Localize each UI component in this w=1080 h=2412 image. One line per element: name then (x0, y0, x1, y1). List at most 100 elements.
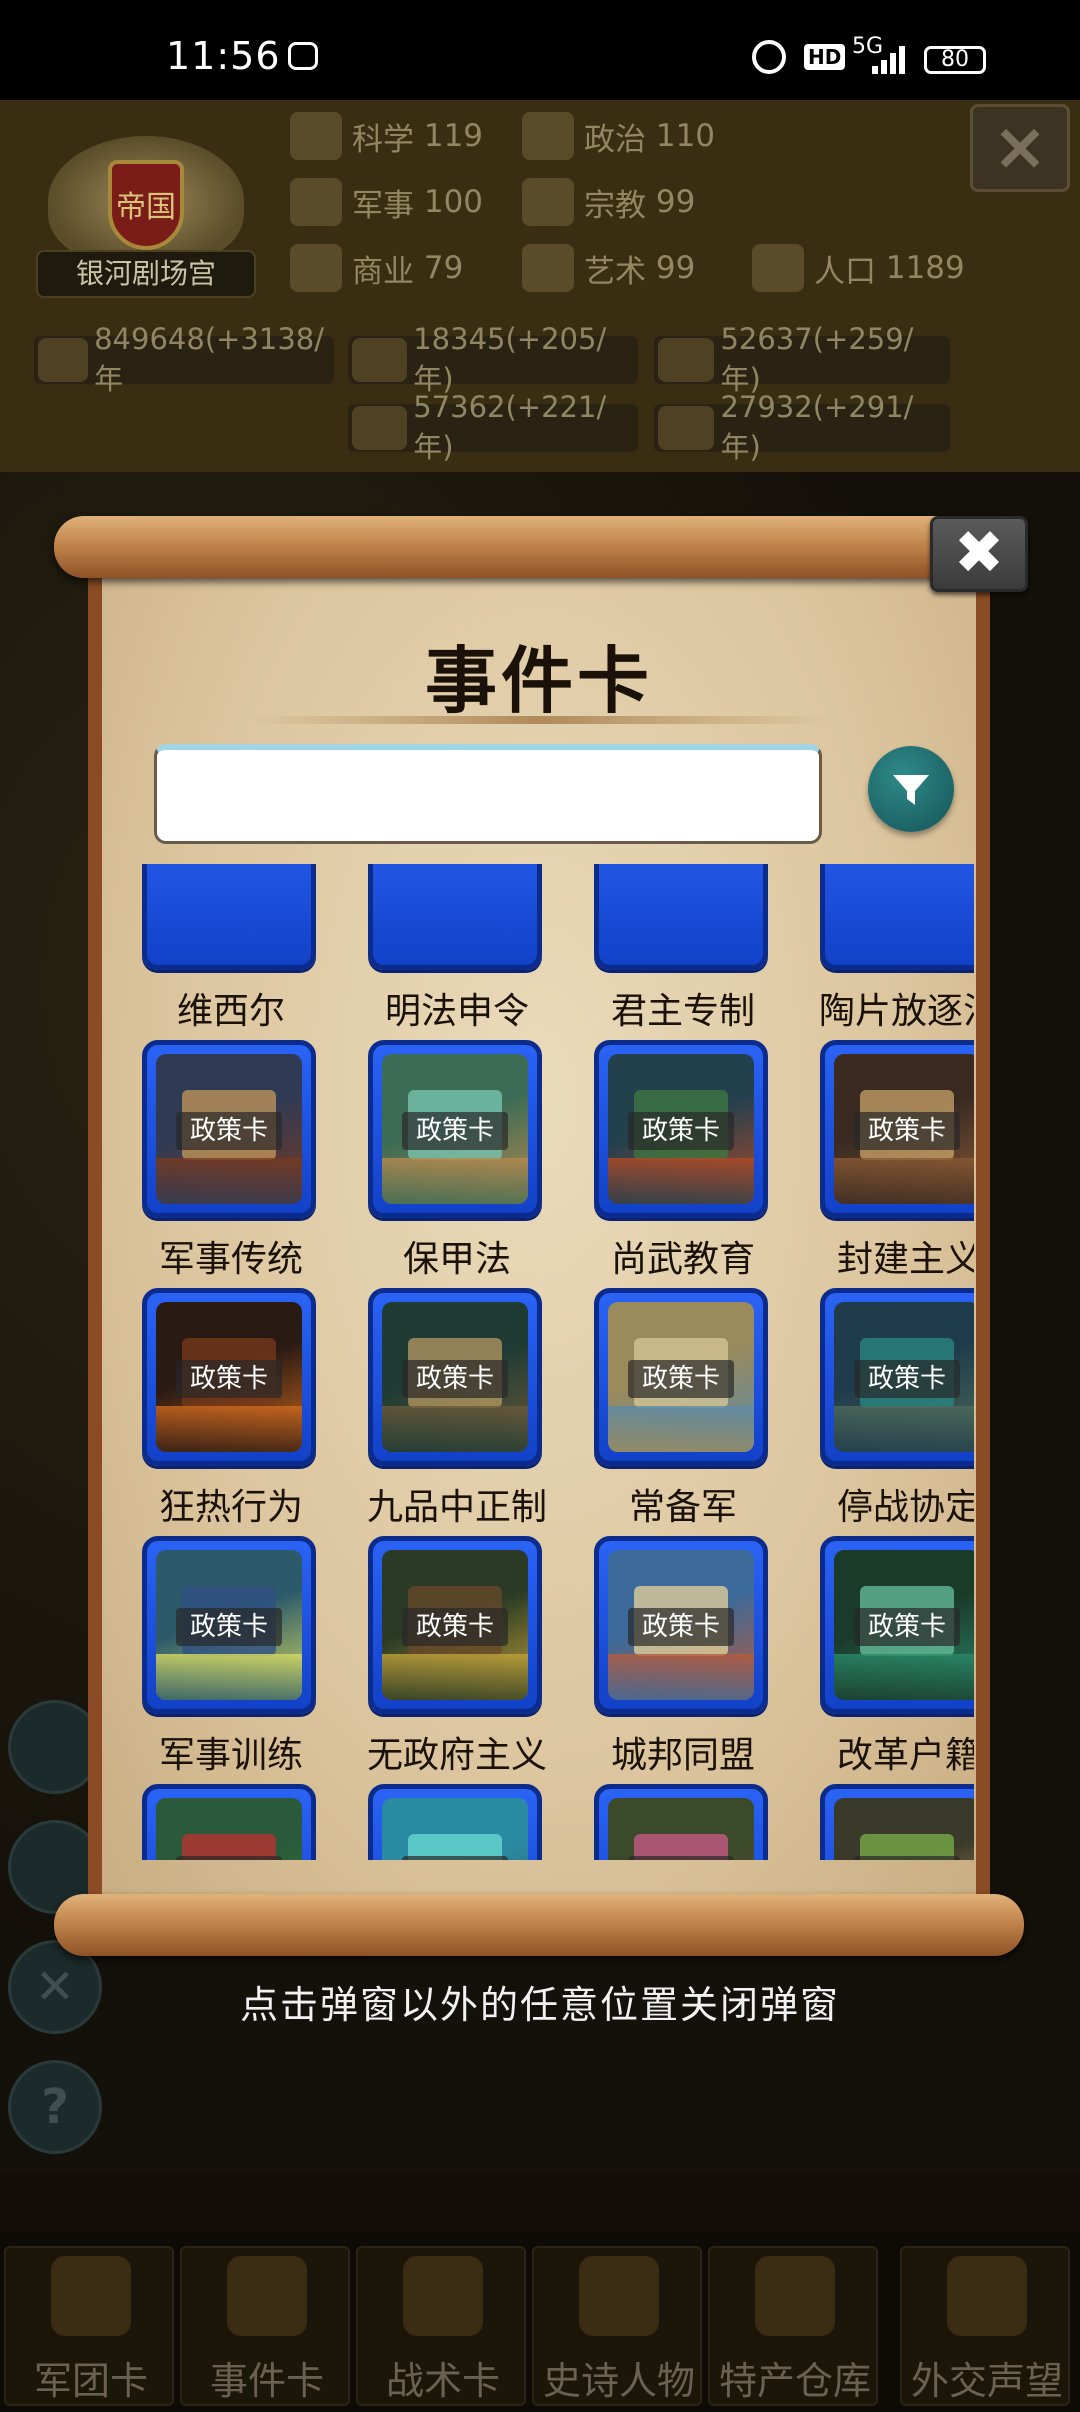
event-card[interactable]: 政策卡 常备军 (570, 1288, 796, 1536)
card-frame: 政策卡 (142, 1288, 316, 1466)
card-artwork: 政策卡 (834, 1550, 974, 1700)
card-name: 军事训练 (158, 1735, 303, 1776)
parchment: 事件卡 维西尔明法申令君主专制陶片放逐法政策卡军事传统政策卡保甲法政策卡尚武教育… (88, 556, 990, 1916)
card-name: 狂热行为 (158, 1487, 303, 1528)
event-card[interactable]: 政策卡 (570, 1784, 796, 1860)
card-artwork: 政策卡 (382, 1054, 528, 1204)
card-type-tag: 政策卡 (176, 1856, 282, 1860)
card-name: 城邦同盟 (610, 1735, 755, 1776)
card-type-tag: 政策卡 (628, 1608, 734, 1646)
card-type-tag: 政策卡 (628, 1360, 734, 1398)
card-type-tag: 政策卡 (854, 1608, 960, 1646)
card-name: 陶片放逐法 (818, 991, 974, 1032)
dismiss-hint: 点击弹窗以外的任意位置关闭弹窗 (239, 1983, 840, 2027)
event-card[interactable]: 政策卡 城邦同盟 (570, 1536, 796, 1784)
card-frame: 政策卡 (142, 1536, 316, 1714)
event-card[interactable]: 明法申令 (344, 864, 570, 1040)
event-card[interactable]: 政策卡 保甲法 (344, 1040, 570, 1288)
card-type-tag: 政策卡 (176, 1360, 282, 1398)
scroll-bottom-roll (54, 1894, 1024, 1956)
card-name: 维西尔 (176, 991, 285, 1032)
card-frame: 政策卡 (142, 1784, 316, 1860)
filter-button[interactable] (868, 746, 954, 832)
card-artwork: 政策卡 (608, 1798, 754, 1860)
modal-title: 事件卡 (424, 639, 653, 723)
event-card[interactable]: 政策卡 军事训练 (118, 1536, 344, 1784)
card-frame: 政策卡 (368, 1288, 542, 1466)
card-frame: 政策卡 (142, 1040, 316, 1218)
card-frame: 政策卡 (594, 1784, 768, 1860)
card-name: 君主专制 (610, 991, 755, 1032)
card-artwork: 政策卡 (834, 1302, 974, 1452)
event-card[interactable]: 维西尔 (118, 864, 344, 1040)
event-card[interactable]: 政策卡 军事传统 (118, 1040, 344, 1288)
card-artwork: 政策卡 (156, 1302, 302, 1452)
card-name: 保甲法 (402, 1239, 511, 1280)
event-card[interactable]: 政策卡 (118, 1784, 344, 1860)
card-artwork: 政策卡 (156, 1054, 302, 1204)
card-frame: 政策卡 (594, 1040, 768, 1218)
card-type-tag: 政策卡 (854, 1856, 960, 1860)
card-frame: 政策卡 (820, 1536, 974, 1714)
event-card[interactable]: 政策卡 停战协定 (796, 1288, 974, 1536)
event-card[interactable]: 陶片放逐法 (796, 864, 974, 1040)
scroll-top-roll (54, 516, 1024, 578)
event-card[interactable]: 政策卡 封建主义 (796, 1040, 974, 1288)
card-type-tag: 政策卡 (402, 1856, 508, 1860)
modal-close-button[interactable]: ✖ (930, 516, 1028, 592)
card-type-tag: 政策卡 (402, 1608, 508, 1646)
card-frame (142, 864, 316, 970)
event-card[interactable]: 政策卡 尚武教育 (570, 1040, 796, 1288)
card-frame: 政策卡 (820, 1040, 974, 1218)
event-card[interactable]: 政策卡 (796, 1784, 974, 1860)
card-name: 无政府主义 (366, 1735, 547, 1776)
card-type-tag: 政策卡 (628, 1856, 734, 1860)
card-type-tag: 政策卡 (854, 1360, 960, 1398)
card-frame: 政策卡 (594, 1288, 768, 1466)
card-frame: 政策卡 (594, 1536, 768, 1714)
event-card[interactable]: 政策卡 改革户籍 (796, 1536, 974, 1784)
card-type-tag: 政策卡 (176, 1608, 282, 1646)
card-type-tag: 政策卡 (402, 1112, 508, 1150)
card-frame: 政策卡 (368, 1040, 542, 1218)
card-name: 尚武教育 (610, 1239, 755, 1280)
card-name: 军事传统 (158, 1239, 303, 1280)
card-artwork: 政策卡 (608, 1550, 754, 1700)
card-artwork: 政策卡 (608, 1302, 754, 1452)
card-type-tag: 政策卡 (854, 1112, 960, 1150)
card-artwork: 政策卡 (156, 1550, 302, 1700)
event-card[interactable]: 君主专制 (570, 864, 796, 1040)
card-name: 常备军 (628, 1487, 737, 1528)
search-input[interactable] (154, 744, 822, 844)
event-card[interactable]: 政策卡 九品中正制 (344, 1288, 570, 1536)
event-card[interactable]: 政策卡 (344, 1784, 570, 1860)
card-type-tag: 政策卡 (176, 1112, 282, 1150)
card-artwork: 政策卡 (382, 1302, 528, 1452)
card-frame: 政策卡 (368, 1536, 542, 1714)
card-name: 明法申令 (384, 991, 529, 1032)
filter-icon (893, 775, 929, 805)
title-divider (252, 716, 826, 724)
card-type-tag: 政策卡 (628, 1112, 734, 1150)
card-name: 九品中正制 (366, 1487, 547, 1528)
card-artwork: 政策卡 (834, 1798, 974, 1860)
card-artwork: 政策卡 (382, 1550, 528, 1700)
card-artwork: 政策卡 (382, 1798, 528, 1860)
card-artwork: 政策卡 (608, 1054, 754, 1204)
card-frame (594, 864, 768, 970)
modal-overlay[interactable]: 事件卡 维西尔明法申令君主专制陶片放逐法政策卡军事传统政策卡保甲法政策卡尚武教育… (0, 0, 1080, 2412)
event-card-modal: 事件卡 维西尔明法申令君主专制陶片放逐法政策卡军事传统政策卡保甲法政策卡尚武教育… (54, 516, 1028, 1956)
card-artwork: 政策卡 (834, 1054, 974, 1204)
card-frame (368, 864, 542, 970)
event-card[interactable]: 政策卡 无政府主义 (344, 1536, 570, 1784)
card-frame: 政策卡 (820, 1288, 974, 1466)
event-card[interactable]: 政策卡 狂热行为 (118, 1288, 344, 1536)
card-type-tag: 政策卡 (402, 1360, 508, 1398)
card-name: 停战协定 (836, 1487, 974, 1528)
card-name: 改革户籍 (836, 1735, 974, 1776)
card-artwork: 政策卡 (156, 1798, 302, 1860)
card-name: 封建主义 (836, 1239, 974, 1280)
card-frame: 政策卡 (820, 1784, 974, 1860)
card-grid-viewport[interactable]: 维西尔明法申令君主专制陶片放逐法政策卡军事传统政策卡保甲法政策卡尚武教育政策卡封… (118, 864, 974, 1860)
card-frame (820, 864, 974, 970)
